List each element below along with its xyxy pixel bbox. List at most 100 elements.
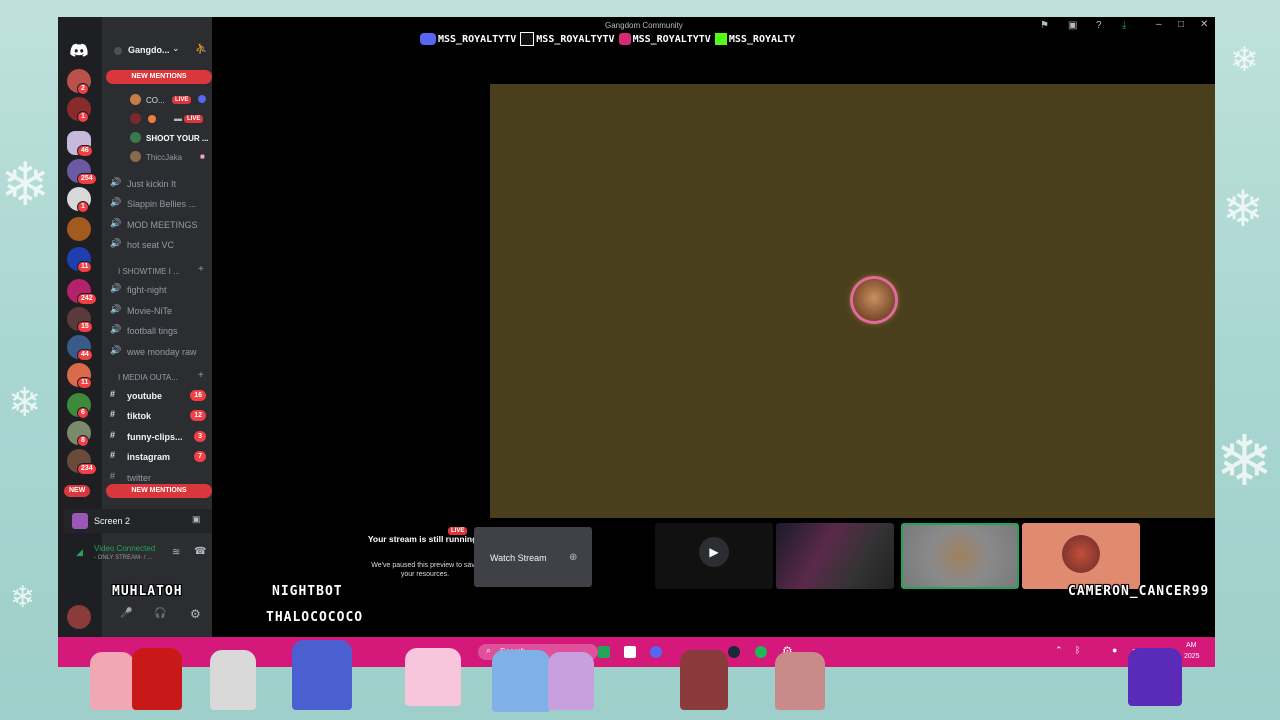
discord-taskbar-icon[interactable] (650, 646, 662, 658)
tray-chevron-icon[interactable]: ⌃ (1055, 645, 1063, 656)
streamer-avatar[interactable] (853, 279, 895, 321)
channel-label: Just kickin It (127, 179, 177, 189)
voice-channel[interactable]: 🔊 hot seat VC (102, 236, 212, 254)
kick-icon (714, 33, 727, 45)
camera-off-icon: ▶ (699, 537, 729, 567)
server-badge: 1 (77, 111, 89, 123)
steam-icon[interactable] (728, 646, 740, 658)
server-status-dot (114, 47, 122, 55)
voice-channel[interactable]: 🔊 football tings (102, 322, 212, 340)
hashtag-icon: # (110, 409, 116, 419)
microphone-icon[interactable]: 🎤 (120, 608, 132, 619)
voice-channel[interactable]: 🔊 Just kickin It (102, 175, 212, 193)
bluetooth-icon[interactable]: ᛒ (1075, 645, 1080, 655)
voice-status-title: Video Connected (94, 544, 156, 553)
new-badge[interactable]: NEW (64, 485, 91, 497)
window-icon[interactable]: ▣ (1068, 20, 1077, 31)
add-channel-icon[interactable]: + (198, 264, 204, 275)
overlay-name: MUHLATOH (112, 584, 183, 599)
channel-label: wwe monday raw (127, 347, 197, 357)
new-mentions-pill-top[interactable]: NEW MENTIONS (106, 70, 212, 84)
server-badge: 1 (77, 201, 89, 213)
voice-user-name: CO... (146, 96, 165, 105)
category-media[interactable]: I MEDIA OUTA... (118, 373, 178, 382)
channel-label: fight-night (127, 285, 167, 295)
new-mentions-pill-bottom[interactable]: NEW MENTIONS (106, 484, 212, 498)
voice-channel[interactable]: 🔊 Slappin Bellies ... (102, 195, 212, 213)
popout-icon[interactable]: ⊕ (569, 552, 577, 563)
screen-share-panel[interactable]: Screen 2 ▣ (64, 509, 212, 533)
voice-user[interactable]: CO... LIVE (130, 93, 230, 109)
text-channel[interactable]: # tiktok 12 (102, 407, 212, 425)
server-badge: 234 (77, 463, 97, 475)
social-banner: MSS_ROYALTYTV MSS_ROYALTYTV MSS_ROYALTYT… (420, 30, 795, 48)
app-icon[interactable] (598, 646, 610, 658)
server-badge: 44 (77, 349, 93, 361)
noise-suppression-icon[interactable]: ≋ (172, 547, 180, 558)
download-icon[interactable]: ⤓ (1122, 20, 1126, 31)
speaker-icon: 🔊 (110, 283, 122, 293)
discord-home-icon[interactable] (70, 42, 88, 58)
voice-user[interactable]: ▬ LIVE (130, 112, 230, 128)
disconnect-icon[interactable]: ☎ (194, 546, 206, 557)
help-icon[interactable]: ? (1096, 20, 1102, 31)
signal-icon: ◢ (76, 547, 83, 557)
voice-status-sub: - ONLY STREAM- / ... (94, 555, 153, 561)
live-badge: LIVE (172, 96, 192, 104)
social-handle: MSS_ROYALTYTV (438, 33, 517, 45)
unread-count: 7 (194, 451, 206, 462)
server-badge: 15 (77, 321, 93, 333)
voice-user[interactable]: ThiccJaka ■ (130, 150, 230, 166)
stream-preview-card: LIVE Your stream is still running! We've… (364, 523, 628, 591)
social-handle: MSS_ROYALTYTV (632, 33, 711, 45)
server-name: Gangdo... (128, 45, 170, 55)
maximize-icon[interactable]: □ (1178, 19, 1184, 30)
headphones-icon[interactable]: 🎧 (154, 608, 166, 619)
voice-channel[interactable]: 🔊 fight-night (102, 281, 212, 299)
screen-avatar (72, 513, 88, 529)
server-header[interactable]: Gangdo... ⌄ ⛹ (102, 41, 212, 61)
user-avatar (130, 132, 141, 143)
speaker-icon: 🔊 (110, 218, 122, 228)
voice-channel[interactable]: 🔊 Movie-NiTe (102, 302, 212, 320)
popout-icon[interactable]: ▣ (192, 514, 201, 525)
camera-icon: ▬ (174, 114, 182, 123)
unread-count: 12 (190, 410, 206, 421)
discord-window: 2 1 46 254 1 11 242 15 44 11 6 8 234 NEW… (58, 17, 1215, 637)
participant-tile[interactable] (901, 523, 1019, 589)
gear-icon[interactable]: ⚙ (190, 607, 201, 621)
add-member-icon[interactable]: ⛹ (195, 44, 207, 55)
participant-tile[interactable] (776, 523, 894, 589)
hashtag-icon: # (110, 389, 116, 399)
minimize-icon[interactable]: – (1156, 19, 1162, 30)
participant-tile[interactable] (1022, 523, 1140, 589)
voice-channel[interactable]: 🔊 MOD MEETINGS (102, 216, 212, 234)
overlay-name: THALOCOCOCO (266, 610, 364, 625)
server-icon[interactable] (67, 217, 91, 241)
spotify-icon[interactable] (755, 646, 767, 658)
text-channel[interactable]: # youtube 16 (102, 387, 212, 405)
channel-label: twitter (127, 473, 152, 483)
text-channel[interactable]: # instagram 7 (102, 448, 212, 466)
inbox-icon[interactable]: ⚑ (1040, 20, 1049, 31)
add-channel-icon[interactable]: + (198, 370, 204, 381)
voice-user-name: SHOOT YOUR ... (146, 134, 209, 143)
app-icon[interactable] (624, 646, 636, 658)
watch-stream-label: Watch Stream (490, 553, 547, 563)
watch-stream-button[interactable]: Watch Stream ⊕ (474, 527, 592, 587)
mic-tray-icon[interactable]: ● (1112, 645, 1117, 655)
text-channel[interactable]: # funny-clips... 3 (102, 428, 212, 446)
speaker-icon: 🔊 (110, 197, 122, 207)
stream-stage[interactable] (490, 84, 1215, 518)
close-icon[interactable]: ✕ (1200, 19, 1208, 30)
category-showtime[interactable]: I SHOWTIME I ... (118, 267, 180, 276)
unread-count: 16 (190, 390, 206, 401)
voice-user[interactable]: SHOOT YOUR ... (130, 131, 230, 147)
participant-tile[interactable]: ▶ (655, 523, 773, 589)
speaker-icon: 🔊 (110, 238, 122, 248)
clock-date[interactable]: 2025 (1184, 653, 1200, 660)
voice-channel[interactable]: 🔊 wwe monday raw (102, 343, 212, 361)
clock-time[interactable]: AM (1186, 642, 1197, 649)
user-avatar (1062, 535, 1100, 573)
hashtag-icon: # (110, 430, 116, 440)
